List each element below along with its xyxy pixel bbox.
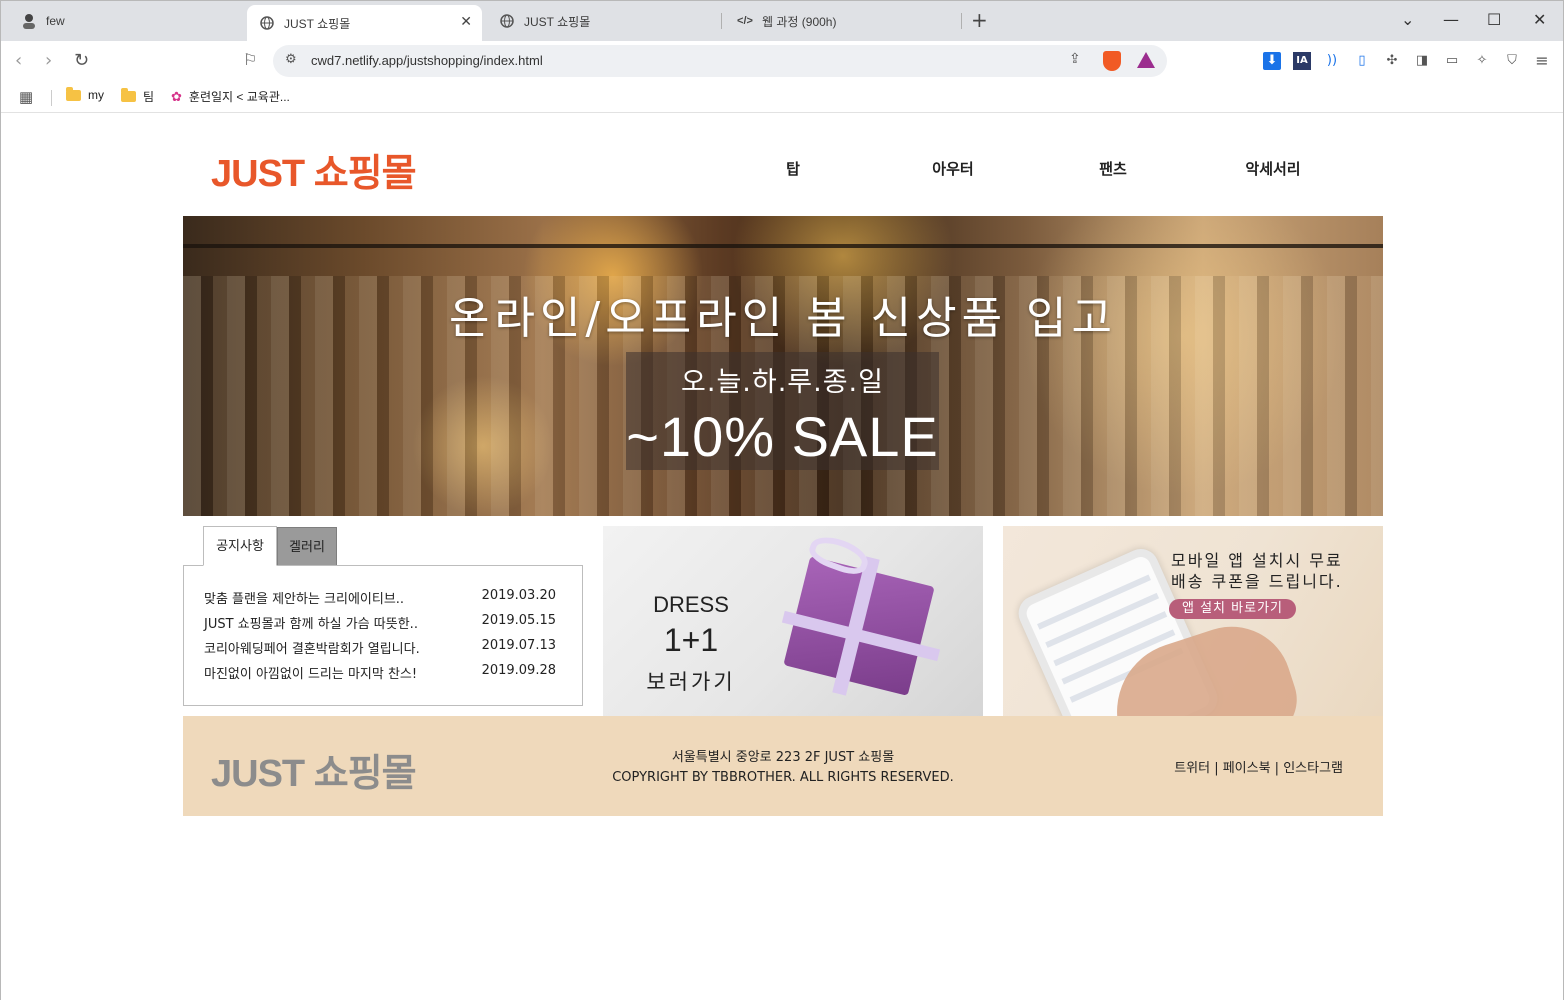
tab-separator [721,13,722,29]
banner-sale-text: ~10% SALE [626,405,939,468]
maximize-button[interactable]: ☐ [1487,9,1501,31]
bookmark-label: 훈련일지 < 교육관... [188,90,290,104]
footer-address: 서울특별시 중앙로 223 2F JUST 쇼핑몰 [671,750,895,765]
address-bar[interactable]: ⚙ cwd7.netlify.app/justshopping/index.ht… [273,45,1167,77]
notice-date: 2019.09.28 [481,663,556,678]
main-banner[interactable]: 온라인/오프라인 봄 신상품 입고 오.늘.하.루.종.일 ~10% SALE [183,216,1383,516]
puzzle-extensions-icon[interactable]: ✣ [1383,52,1401,70]
browser-toolbar: ‹ › ↻ ⚐ ⚙ cwd7.netlify.app/justshopping/… [1,41,1563,81]
folder-icon [121,88,136,102]
promo-view-link[interactable]: 보러가기 [603,666,779,696]
notice-title[interactable]: 코리아웨딩페어 결혼박람회가 열립니다. [204,638,420,657]
app-install-button[interactable]: 앱 설치 바로가기 [1169,599,1296,619]
notice-title[interactable]: 맞춤 플랜을 제안하는 크리에이티브.. [204,588,404,607]
footer-logo: JUST 쇼핑몰 [211,753,417,795]
flower-icon: ✿ [171,88,182,104]
wallet-icon[interactable]: ▭ [1443,52,1461,70]
minimize-button[interactable]: — [1443,9,1459,31]
app-promo-line2: 배송 쿠폰을 드립니다. [1171,572,1343,591]
footer-address-block: 서울특별시 중앙로 223 2F JUST 쇼핑몰 COPYRIGHT BY T… [583,748,983,788]
tab-label: JUST 쇼핑몰 [284,16,351,31]
tab-label: 웹 과정 (900h) [762,14,837,29]
notice-date: 2019.03.20 [481,588,556,603]
globe-icon [499,13,515,29]
back-icon[interactable]: ‹ [15,50,22,72]
site-footer: JUST 쇼핑몰 서울특별시 중앙로 223 2F JUST 쇼핑몰 COPYR… [183,716,1383,816]
site-info-icon[interactable]: ⚙ [285,52,297,67]
bookmarks-bar: ▦ my 팀 ✿ 훈련일지 < 교육관... [1,81,1563,113]
nav-menu-top[interactable]: 탑 [733,158,853,179]
close-icon[interactable]: ✕ [460,13,472,30]
app-promo-banner[interactable]: 모바일 앱 설치시 무료 배송 쿠폰을 드립니다. 앱 설치 바로가기 [1003,526,1383,716]
site-logo[interactable]: JUST 쇼핑몰 [211,142,417,197]
tab-search-chevron-icon[interactable]: ⌄ [1401,9,1414,31]
tab-notice[interactable]: 공지사항 [203,526,277,566]
share-icon[interactable]: ⇪ [1069,51,1081,67]
nav-menu-accessories[interactable]: 악세서리 [1213,158,1333,179]
reload-icon[interactable]: ↻ [74,50,89,72]
tab-strip: few JUST 쇼핑몰 ✕ JUST 쇼핑몰 </> 웹 과정 (900h) … [1,1,1563,41]
banner-subtitle: 오.늘.하.루.종.일 [681,367,884,398]
bookmark-label: 팀 [143,90,155,104]
banner-headline: 온라인/오프라인 봄 신상품 입고 [448,293,1118,344]
apps-grid-icon[interactable]: ▦ [19,88,33,106]
wifi-extension-icon[interactable]: )) [1323,52,1341,70]
browser-window: few JUST 쇼핑몰 ✕ JUST 쇼핑몰 </> 웹 과정 (900h) … [0,0,1564,1000]
web-page: JUST 쇼핑몰 탑 아우터 팬츠 악세서리 온라인/오프라인 봄 신상품 입고… [1,114,1563,1000]
new-tab-button[interactable]: + [971,9,988,31]
globe-icon [259,15,275,31]
folder-icon [66,86,81,101]
tab-label: JUST 쇼핑몰 [524,14,591,29]
tab-just-shopping-active[interactable]: JUST 쇼핑몰 ✕ [247,5,482,41]
close-window-button[interactable]: ✕ [1533,9,1546,31]
leo-ai-icon[interactable]: ✧ [1473,52,1491,70]
bookmark-folder-team[interactable]: 팀 [121,88,154,105]
brave-shields-icon[interactable] [1103,51,1121,71]
ia-extension-icon[interactable]: IA [1293,52,1311,70]
brave-rewards-icon[interactable] [1137,52,1155,68]
promo-offer-label: 1+1 [663,622,719,658]
forward-icon[interactable]: › [45,50,52,72]
clothes-rack-rod [183,244,1383,248]
footer-social-links[interactable]: 트위터 | 페이스북 | 인스타그램 [1174,757,1343,776]
avatar-icon [21,13,37,29]
bookmark-label: my [88,88,104,102]
app-promo-text: 모바일 앱 설치시 무료 배송 쿠폰을 드립니다. [1171,550,1343,592]
notice-title[interactable]: JUST 쇼핑몰과 함께 하실 가슴 따뜻한.. [204,613,418,632]
menu-icon[interactable]: ≡ [1533,52,1551,70]
tab-gallery[interactable]: 겔러리 [277,527,337,566]
tab-just-shopping[interactable]: JUST 쇼핑몰 [487,5,717,37]
bookmark-divider [51,90,52,106]
nav-menu-pants[interactable]: 팬츠 [1053,158,1173,179]
tab-separator [961,13,962,29]
url-text[interactable]: cwd7.netlify.app/justshopping/index.html [311,53,543,68]
promo-dress-label: DRESS [653,592,729,617]
notice-date: 2019.07.13 [481,638,556,653]
sale-box: 오.늘.하.루.종.일 ~10% SALE [626,352,939,470]
download-extension-icon[interactable]: ⬇ [1263,52,1281,70]
notice-date: 2019.05.15 [481,613,556,628]
vpn-shield-icon[interactable]: ⛉ [1503,52,1521,70]
notice-list: 맞춤 플랜을 제안하는 크리에이티브.. 2019.03.20 JUST 쇼핑몰… [183,565,583,706]
dress-promo-banner[interactable]: DRESS 1+1 보러가기 [603,526,983,716]
notice-title[interactable]: 마진없이 아낌없이 드리는 마지막 찬스! [204,663,417,682]
tab-web-course[interactable]: </> 웹 과정 (900h) [727,5,957,37]
footer-copyright: COPYRIGHT BY TBBROTHER. ALL RIGHTS RESER… [612,770,954,785]
tab-few[interactable]: few [11,5,241,37]
bookmark-folder-my[interactable]: my [66,86,104,102]
bookmark-icon[interactable]: ⚐ [243,50,257,69]
bookmark-training-log[interactable]: ✿ 훈련일지 < 교육관... [171,88,290,105]
sidebar-icon[interactable]: ◨ [1413,52,1431,70]
tab-label: few [46,14,65,28]
code-icon: </> [737,15,753,27]
app-promo-line1: 모바일 앱 설치시 무료 [1171,551,1343,570]
document-extension-icon[interactable]: ▯ [1353,52,1371,70]
nav-menu-outer[interactable]: 아우터 [893,158,1013,179]
